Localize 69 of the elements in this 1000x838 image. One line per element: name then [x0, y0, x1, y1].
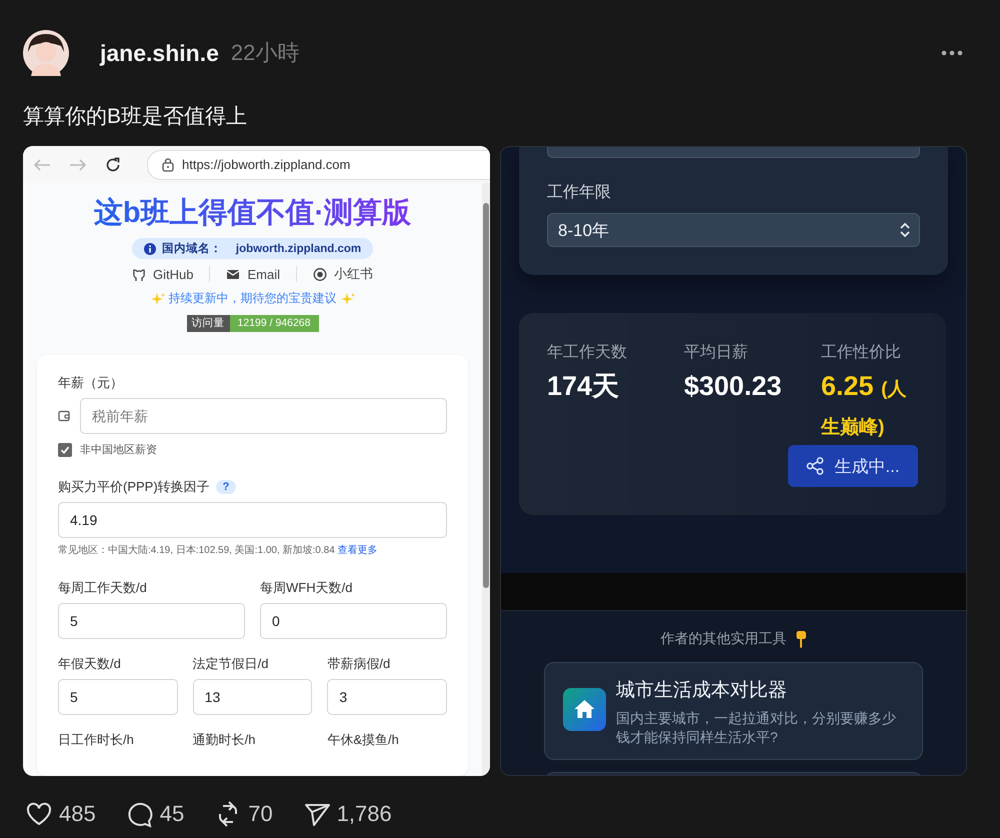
share-icon	[806, 457, 824, 475]
link[interactable]: 小红书	[296, 265, 389, 283]
forward-icon[interactable]	[69, 158, 87, 172]
field-label: 年假天数/d	[58, 655, 122, 673]
cat-icon	[132, 266, 146, 282]
visits-label: 访问量	[186, 315, 230, 332]
link[interactable]: GitHub	[116, 266, 210, 282]
number-field[interactable]: 3	[327, 679, 448, 715]
scrollbar[interactable]	[482, 183, 490, 776]
link[interactable]: 查看更多	[338, 545, 378, 556]
salary-field[interactable]: 税前年薪	[80, 398, 447, 434]
author-name[interactable]: jane.shin.e	[100, 40, 219, 66]
number-field[interactable]: 13	[192, 679, 312, 715]
post-time: 22小時	[230, 39, 300, 67]
avatar	[23, 30, 69, 76]
reload-icon[interactable]	[105, 156, 121, 172]
checkbox[interactable]	[58, 442, 72, 456]
number-field[interactable]: 0	[260, 603, 447, 639]
chevron-icon	[899, 222, 911, 238]
result-label: 平均日薪	[684, 342, 748, 363]
field-label: 每周WFH天数/d	[260, 579, 354, 597]
domain-pill: 国内域名： jobworth.zippland.com	[132, 238, 374, 259]
field-label: 每周工作天数/d	[58, 579, 148, 597]
checkbox-label: 非中国地区薪资	[80, 442, 157, 457]
field-label: 年薪（元）	[58, 374, 123, 392]
visits-count: 12199 / 946268	[230, 315, 318, 332]
address-bar[interactable]: https://jobworth.zippland.com	[147, 150, 490, 180]
more-icon[interactable]	[941, 50, 963, 56]
sparkle-icon	[340, 292, 354, 304]
hint-text: 常见地区：中国大陆:4.19, 日本:102.59, 美国:1.00, 新加坡:0.84 查看更多	[58, 544, 379, 557]
field-label: 工作年限	[547, 183, 611, 203]
help-button[interactable]: ?	[216, 480, 236, 494]
repost-button[interactable]: 70	[214, 800, 273, 828]
dropdown[interactable]: 8-10年	[547, 213, 920, 247]
ppp-field[interactable]: 4.19	[58, 502, 447, 538]
result-label: 工作性价比	[821, 342, 901, 363]
tool-card[interactable]: 城市生活成本对比器 国内主要城市，一起拉通对比，分别要赚多少钱才能保持同样生活水平?	[544, 662, 923, 760]
target-icon	[312, 266, 327, 282]
field-label: 法定节假日/d	[192, 655, 270, 673]
field-label: 日工作时长/h	[58, 731, 135, 749]
tool-title: 城市生活成本对比器	[616, 679, 788, 703]
heart-icon	[25, 800, 53, 828]
wallet-icon	[58, 410, 70, 422]
lock-icon	[162, 158, 174, 172]
heart-button[interactable]: 485	[25, 800, 96, 828]
speech-bubble-icon	[126, 800, 154, 828]
link[interactable]: Email	[210, 266, 296, 282]
share-button[interactable]: 生成中...	[788, 445, 918, 487]
field-label: 带薪病假/d	[327, 655, 392, 673]
house-icon	[563, 688, 606, 731]
post-text: 算算你的B班是否值得上	[23, 104, 248, 130]
send-button[interactable]: 1,786	[302, 800, 392, 828]
result-value: $300.23	[684, 370, 783, 403]
back-icon[interactable]	[33, 158, 51, 172]
field-label: 通勤时长/h	[192, 731, 257, 749]
sparkle-icon	[150, 292, 164, 304]
check-icon	[60, 444, 70, 454]
number-field[interactable]: 5	[58, 603, 245, 639]
update-notice: 持续更新中，期待您的宝贵建议	[168, 290, 336, 307]
number-field[interactable]: 5	[58, 679, 178, 715]
result-label: 年工作天数	[547, 343, 627, 363]
tool-description: 国内主要城市，一起拉通对比，分别要赚多少钱才能保持同样生活水平?	[616, 709, 897, 747]
result-value: 6.25 (人生巅峰)	[821, 370, 908, 440]
section-heading: 作者的其他实用工具	[660, 630, 786, 648]
field-label: 午休&摸鱼/h	[327, 731, 400, 749]
info-icon	[144, 242, 156, 254]
speech-bubble-button[interactable]: 45	[126, 800, 184, 828]
result-value: 174天	[547, 370, 620, 403]
field-label: 购买力平价(PPP)转换因子	[58, 478, 210, 496]
